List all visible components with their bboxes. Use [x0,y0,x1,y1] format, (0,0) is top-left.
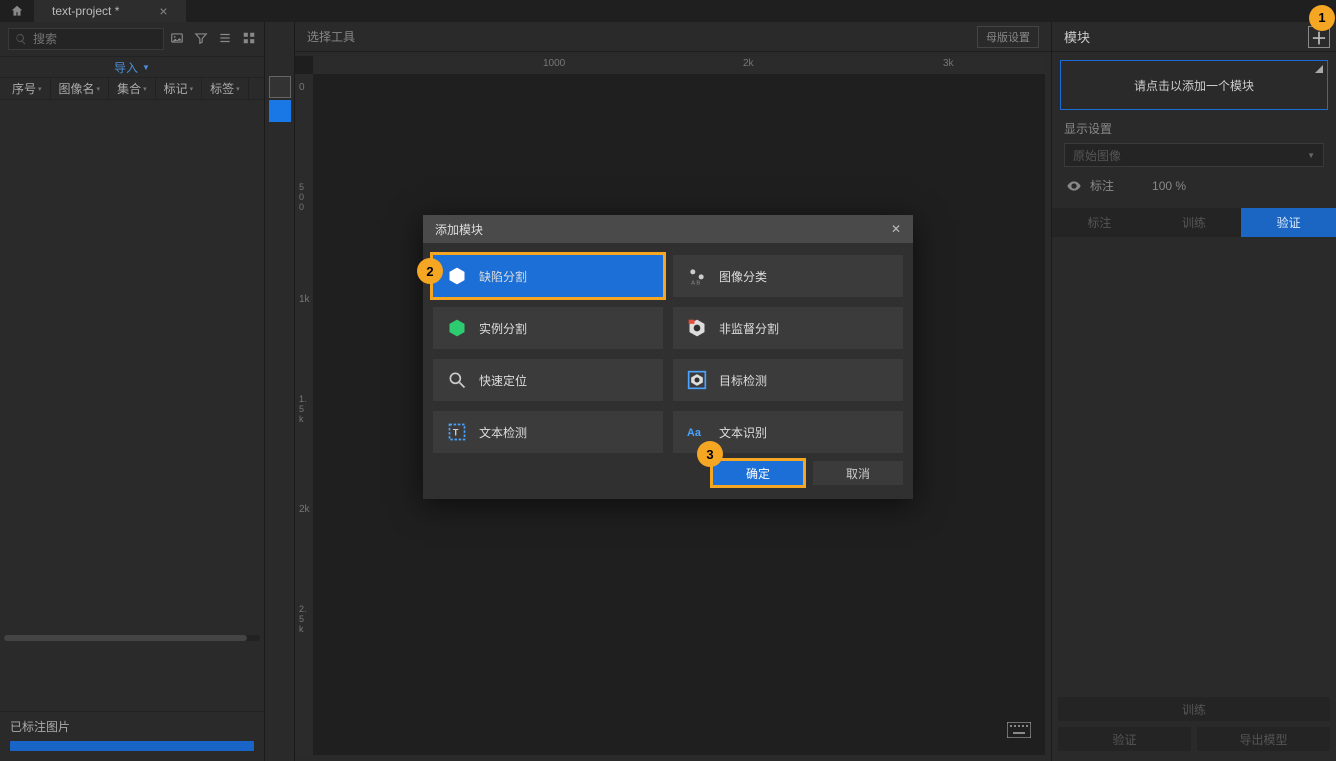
thumb-selected[interactable] [269,100,291,122]
annotation-visibility-row: 标注 100 % [1052,167,1336,204]
module-fast-locate[interactable]: 快速定位 [433,359,663,401]
project-tab-label: text-project * [52,4,119,18]
horizontal-scrollbar[interactable] [4,635,260,641]
filter-icon[interactable] [194,31,208,48]
chevron-down-icon: ▼ [142,63,150,72]
module-object-detection[interactable]: 目标检测 [673,359,903,401]
chevron-down-icon: ▼ [1307,151,1315,160]
tab-annotate[interactable]: 标注 [1052,208,1147,237]
search-input[interactable] [33,32,157,46]
titlebar: text-project * × [0,0,1336,22]
callout-1: 1 [1309,5,1335,31]
col-mark[interactable]: 标记▾ [156,78,203,99]
mode-tabs: 标注 训练 验证 [1052,208,1336,237]
module-instance-segmentation[interactable]: 实例分割 [433,307,663,349]
add-module-dialog: 添加模块 ✕ 缺陷分割 A B 图像分类 实例分割 非监督分割 快速定位 目标检… [423,215,913,499]
module-unsupervised-segmentation[interactable]: 非监督分割 [673,307,903,349]
grid-icon[interactable] [242,31,256,48]
hexagon-green-icon [447,318,467,338]
svg-text:A B: A B [691,280,700,286]
display-settings-title: 显示设置 [1052,110,1336,143]
search-input-wrap[interactable] [8,28,164,50]
list-icon[interactable] [218,31,232,48]
col-index[interactable]: 序号▾ [4,78,51,99]
image-list-body [0,100,264,711]
ruler-vertical: 0 500 1k 1.5k 2k 2.5k [295,74,313,755]
train-button[interactable]: 训练 [1058,697,1330,721]
hexagon-icon [447,266,467,286]
project-tab[interactable]: text-project * × [34,0,186,22]
callout-2: 2 [417,258,443,284]
import-button[interactable]: 导入 ▼ [0,56,264,78]
progress-bar: 0% [10,741,254,751]
module-defect-segmentation[interactable]: 缺陷分割 [433,255,663,297]
resize-corner-icon [1315,65,1323,73]
search-icon [15,33,27,45]
left-sidebar: 导入 ▼ 序号▾ 图像名▾ 集合▾ 标记▾ 标签▾ 已标注图片 0% [0,22,265,761]
dialog-titlebar: 添加模块 ✕ [423,215,913,243]
col-image-name[interactable]: 图像名▾ [51,78,110,99]
module-text-detection[interactable]: T 文本检测 [433,411,663,453]
aa-icon: Aa [687,422,707,442]
svg-text:Aa: Aa [687,427,702,439]
classify-icon: A B [687,266,707,286]
col-tag[interactable]: 标签▾ [202,78,249,99]
callout-3: 3 [697,441,723,467]
right-sidebar: 模块 ＋ 1 请点击以添加一个模块 显示设置 原始图像 ▼ 标注 100 % 标… [1051,22,1336,761]
template-settings-button[interactable]: 母版设置 [977,26,1039,48]
dialog-close-button[interactable]: ✕ [891,222,901,236]
text-box-icon: T [447,422,467,442]
export-model-button[interactable]: 导出模型 [1197,727,1330,751]
display-select[interactable]: 原始图像 ▼ [1064,143,1324,167]
nut-box-icon [687,370,707,390]
magnify-icon [447,370,467,390]
tab-validate[interactable]: 验证 [1241,208,1336,237]
annotation-label: 标注 [1090,177,1114,194]
nut-red-icon [687,318,707,338]
eye-icon[interactable] [1066,178,1082,194]
ruler-horizontal: 1000 2k 3k [313,56,1045,74]
svg-text:T: T [453,427,459,437]
home-icon [10,4,24,18]
image-icon[interactable] [170,31,184,48]
tool-label: 选择工具 [307,28,355,45]
module-image-classification[interactable]: A B 图像分类 [673,255,903,297]
validate-button[interactable]: 验证 [1058,727,1191,751]
annotated-label: 已标注图片 [10,718,254,735]
col-set[interactable]: 集合▾ [109,78,156,99]
keyboard-icon[interactable] [1007,722,1031,741]
thumbnail-strip [265,22,295,761]
canvas-toolbar: 选择工具 母版设置 [295,22,1051,52]
home-button[interactable] [0,0,34,22]
thumb-slot[interactable] [269,76,291,98]
right-bottom-buttons: 训练 验证 导出模型 [1052,697,1336,761]
close-icon[interactable]: × [159,3,167,19]
dialog-ok-button[interactable]: 确定 [713,461,803,485]
add-module-button[interactable]: ＋ 1 [1308,26,1330,48]
left-footer: 已标注图片 0% [0,711,264,761]
add-module-hint[interactable]: 请点击以添加一个模块 [1060,60,1328,110]
tab-train[interactable]: 训练 [1147,208,1242,237]
import-label: 导入 [114,59,138,76]
column-headers: 序号▾ 图像名▾ 集合▾ 标记▾ 标签▾ [0,78,264,100]
annotation-percent: 100 % [1152,179,1186,193]
dialog-cancel-button[interactable]: 取消 [813,461,903,485]
dialog-title: 添加模块 [435,221,483,238]
modules-title: 模块 [1064,27,1090,46]
